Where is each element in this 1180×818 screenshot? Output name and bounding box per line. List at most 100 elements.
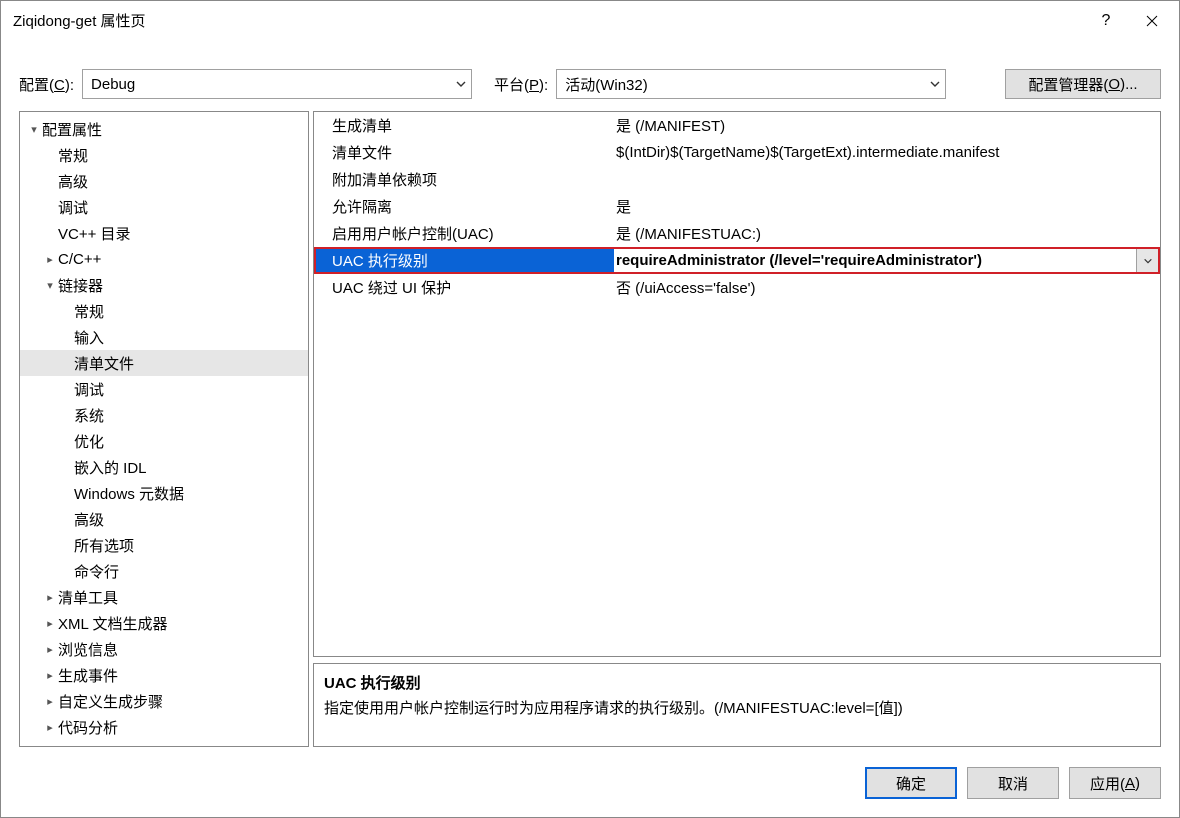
- description-pane: UAC 执行级别 指定使用用户帐户控制运行时为应用程序请求的执行级别。(/MAN…: [313, 663, 1161, 747]
- tree-item-label: 清单文件: [74, 353, 134, 374]
- property-grid: 生成清单是 (/MANIFEST)清单文件$(IntDir)$(TargetNa…: [314, 112, 1160, 301]
- property-value[interactable]: $(IntDir)$(TargetName)$(TargetExt).inter…: [614, 139, 1160, 166]
- tree-item[interactable]: 常规: [20, 142, 308, 168]
- tree-item[interactable]: 命令行: [20, 558, 308, 584]
- tree-collapsed-icon[interactable]: ▸: [42, 643, 58, 656]
- tree-item-label: 所有选项: [74, 535, 134, 556]
- tree-item-label: 常规: [74, 301, 104, 322]
- tree-collapsed-icon[interactable]: ▸: [42, 591, 58, 604]
- description-title: UAC 执行级别: [324, 672, 1150, 693]
- property-name: 启用用户帐户控制(UAC): [314, 220, 614, 247]
- property-value[interactable]: requireAdministrator (/level='requireAdm…: [614, 247, 1136, 274]
- property-row[interactable]: 允许隔离是: [314, 193, 1160, 220]
- tree-pane[interactable]: ▾配置属性常规高级调试VC++ 目录▸C/C++▾链接器常规输入清单文件调试系统…: [19, 111, 309, 747]
- tree-item[interactable]: 清单文件: [20, 350, 308, 376]
- tree-item-label: 浏览信息: [58, 639, 118, 660]
- tree-collapsed-icon[interactable]: ▸: [42, 617, 58, 630]
- close-button[interactable]: [1129, 1, 1175, 41]
- window-title: Ziqidong-get 属性页: [13, 10, 1083, 31]
- tree-expanded-icon[interactable]: ▾: [42, 279, 58, 292]
- property-row[interactable]: UAC 绕过 UI 保护否 (/uiAccess='false'): [314, 274, 1160, 301]
- tree-item-label: 嵌入的 IDL: [74, 457, 147, 478]
- property-value[interactable]: [614, 166, 1160, 193]
- tree-item[interactable]: ▾链接器: [20, 272, 308, 298]
- tree-item-label: 配置属性: [42, 119, 102, 140]
- config-label: 配置(C):: [19, 74, 74, 95]
- tree-item[interactable]: ▸清单工具: [20, 584, 308, 610]
- tree-item-label: Windows 元数据: [74, 483, 184, 504]
- tree-item[interactable]: VC++ 目录: [20, 220, 308, 246]
- footer-buttons: 确定 取消 应用(A): [1, 759, 1179, 817]
- platform-dropdown[interactable]: 活动(Win32): [556, 69, 946, 99]
- property-row[interactable]: UAC 执行级别requireAdministrator (/level='re…: [314, 247, 1160, 274]
- platform-dropdown-value: 活动(Win32): [565, 74, 648, 95]
- tree-item-label: 系统: [74, 405, 104, 426]
- tree-item[interactable]: 所有选项: [20, 532, 308, 558]
- tree-collapsed-icon[interactable]: ▸: [42, 695, 58, 708]
- property-row[interactable]: 附加清单依赖项: [314, 166, 1160, 193]
- tree-collapsed-icon[interactable]: ▸: [42, 721, 58, 734]
- tree-item[interactable]: ▸C/C++: [20, 246, 308, 272]
- property-row[interactable]: 清单文件$(IntDir)$(TargetName)$(TargetExt).i…: [314, 139, 1160, 166]
- tree-item[interactable]: ▸生成事件: [20, 662, 308, 688]
- ok-button[interactable]: 确定: [865, 767, 957, 799]
- cancel-button[interactable]: 取消: [967, 767, 1059, 799]
- close-icon: [1146, 15, 1158, 27]
- property-value[interactable]: 否 (/uiAccess='false'): [614, 274, 1160, 301]
- tree-item[interactable]: 输入: [20, 324, 308, 350]
- tree-item-label: VC++ 目录: [58, 223, 131, 244]
- property-name: UAC 绕过 UI 保护: [314, 274, 614, 301]
- tree-item-label: 生成事件: [58, 665, 118, 686]
- tree-item-label: 命令行: [74, 561, 119, 582]
- tree-item-label: 自定义生成步骤: [58, 691, 163, 712]
- body: ▾配置属性常规高级调试VC++ 目录▸C/C++▾链接器常规输入清单文件调试系统…: [1, 111, 1179, 759]
- titlebar: Ziqidong-get 属性页 ?: [1, 1, 1179, 41]
- tree-item-label: XML 文档生成器: [58, 613, 167, 634]
- tree-item[interactable]: 常规: [20, 298, 308, 324]
- property-name: UAC 执行级别: [314, 247, 614, 274]
- tree: ▾配置属性常规高级调试VC++ 目录▸C/C++▾链接器常规输入清单文件调试系统…: [20, 112, 308, 744]
- tree-item[interactable]: 系统: [20, 402, 308, 428]
- tree-item[interactable]: 调试: [20, 194, 308, 220]
- tree-item-label: 高级: [74, 509, 104, 530]
- chevron-down-icon: [455, 78, 467, 90]
- tree-item-label: C/C++: [58, 251, 101, 268]
- tree-item[interactable]: 调试: [20, 376, 308, 402]
- chevron-down-icon: [1143, 256, 1153, 266]
- tree-item[interactable]: 高级: [20, 168, 308, 194]
- tree-collapsed-icon[interactable]: ▸: [42, 669, 58, 682]
- apply-button[interactable]: 应用(A): [1069, 767, 1161, 799]
- property-row[interactable]: 生成清单是 (/MANIFEST): [314, 112, 1160, 139]
- tree-collapsed-icon[interactable]: ▸: [42, 253, 58, 266]
- description-text: 指定使用用户帐户控制运行时为应用程序请求的执行级别。(/MANIFESTUAC:…: [324, 697, 1150, 718]
- tree-item-label: 调试: [58, 197, 88, 218]
- value-dropdown-button[interactable]: [1136, 247, 1160, 274]
- property-row[interactable]: 启用用户帐户控制(UAC)是 (/MANIFESTUAC:): [314, 220, 1160, 247]
- tree-item[interactable]: Windows 元数据: [20, 480, 308, 506]
- property-value[interactable]: 是: [614, 193, 1160, 220]
- tree-item-label: 调试: [74, 379, 104, 400]
- tree-item-label: 代码分析: [58, 717, 118, 738]
- config-dropdown[interactable]: Debug: [82, 69, 472, 99]
- property-value[interactable]: 是 (/MANIFESTUAC:): [614, 220, 1160, 247]
- tree-item[interactable]: 优化: [20, 428, 308, 454]
- property-name: 允许隔离: [314, 193, 614, 220]
- tree-item[interactable]: 嵌入的 IDL: [20, 454, 308, 480]
- property-name: 清单文件: [314, 139, 614, 166]
- tree-item-label: 链接器: [58, 275, 103, 296]
- tree-item[interactable]: ▸XML 文档生成器: [20, 610, 308, 636]
- config-dropdown-value: Debug: [91, 76, 135, 93]
- tree-item-label: 清单工具: [58, 587, 118, 608]
- config-row: 配置(C): Debug 平台(P): 活动(Win32) 配置管理器(O)..…: [1, 41, 1179, 111]
- config-manager-button[interactable]: 配置管理器(O)...: [1005, 69, 1161, 99]
- property-value[interactable]: 是 (/MANIFEST): [614, 112, 1160, 139]
- tree-item[interactable]: 高级: [20, 506, 308, 532]
- tree-item[interactable]: ▸自定义生成步骤: [20, 688, 308, 714]
- tree-expanded-icon[interactable]: ▾: [26, 123, 42, 136]
- tree-item[interactable]: ▸浏览信息: [20, 636, 308, 662]
- property-name: 附加清单依赖项: [314, 166, 614, 193]
- tree-item[interactable]: ▸代码分析: [20, 714, 308, 740]
- tree-item[interactable]: ▾配置属性: [20, 116, 308, 142]
- platform-label: 平台(P):: [494, 74, 548, 95]
- help-button[interactable]: ?: [1083, 1, 1129, 41]
